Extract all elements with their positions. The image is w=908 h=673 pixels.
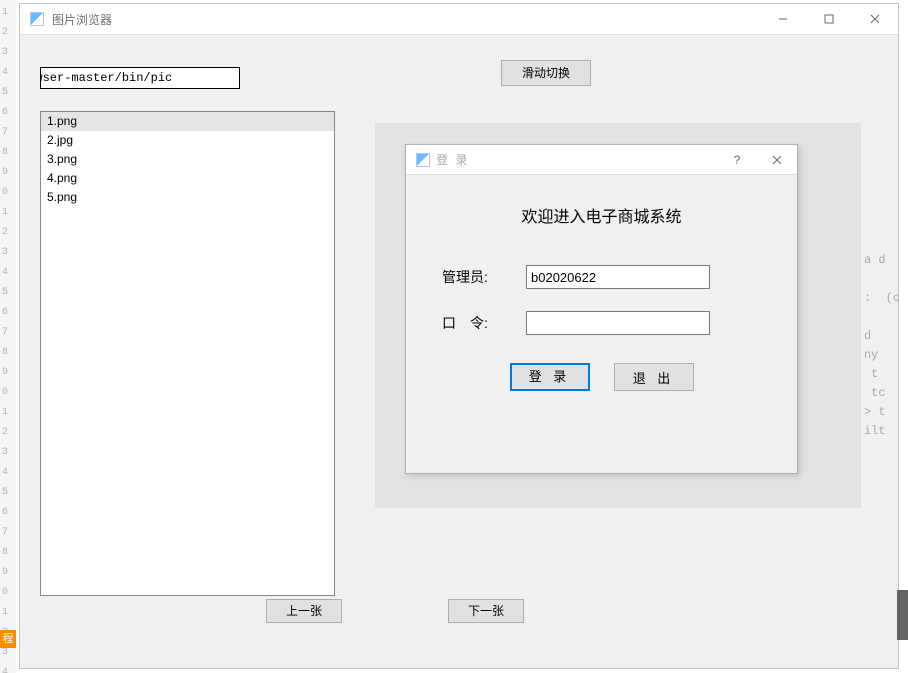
dialog-actions: 登 录 退 出 <box>442 363 761 391</box>
close-button[interactable] <box>852 4 898 34</box>
window-title: 图片浏览器 <box>52 11 112 28</box>
login-button[interactable]: 登 录 <box>510 363 590 391</box>
background-text-leak: a d : (c d ny t tc > t ilt <box>864 251 900 441</box>
dialog-close-button[interactable] <box>757 145 797 174</box>
image-browser-window: 图片浏览器 ure-browser-master/bin/pic 滑动切换 1.… <box>19 3 899 669</box>
dialog-app-icon <box>416 153 430 167</box>
password-input[interactable] <box>526 311 710 335</box>
close-icon <box>870 14 880 24</box>
dialog-heading: 欢迎进入电子商城系统 <box>442 203 761 227</box>
dialog-title: 登 录 <box>436 151 469 168</box>
dialog-body: 欢迎进入电子商城系统 管理员: 口 令: 登 录 退 出 <box>406 175 797 391</box>
exit-button[interactable]: 退 出 <box>614 363 694 391</box>
scrollbar-thumb[interactable] <box>897 590 908 640</box>
editor-gutter: 12345678901234567890123456789012345 <box>0 0 16 673</box>
help-icon: ? <box>734 153 741 167</box>
slide-switch-button[interactable]: 滑动切换 <box>501 60 591 86</box>
password-row: 口 令: <box>442 311 761 335</box>
dialog-help-button[interactable]: ? <box>717 145 757 174</box>
admin-input[interactable] <box>526 265 710 289</box>
dialog-buttons: ? <box>717 145 797 175</box>
admin-row: 管理员: <box>442 265 761 289</box>
list-item[interactable]: 5.png <box>41 188 334 207</box>
list-item[interactable]: 1.png <box>41 112 334 131</box>
maximize-button[interactable] <box>806 4 852 34</box>
next-button[interactable]: 下一张 <box>448 599 524 623</box>
dialog-titlebar[interactable]: 登 录 ? <box>406 145 797 175</box>
orange-tag: 程 <box>0 630 16 648</box>
window-buttons <box>760 4 898 35</box>
login-dialog: 登 录 ? 欢迎进入电子商城系统 管理员: 口 令: <box>405 144 798 474</box>
list-item[interactable]: 4.png <box>41 169 334 188</box>
list-item[interactable]: 3.png <box>41 150 334 169</box>
password-label: 口 令: <box>442 313 526 333</box>
close-icon <box>772 155 782 165</box>
titlebar[interactable]: 图片浏览器 <box>20 4 898 35</box>
minimize-icon <box>778 14 788 24</box>
app-icon <box>30 12 44 26</box>
previous-button[interactable]: 上一张 <box>266 599 342 623</box>
path-input[interactable]: ure-browser-master/bin/pic <box>40 67 240 89</box>
window-body: ure-browser-master/bin/pic 滑动切换 1.png2.j… <box>20 35 898 668</box>
admin-label: 管理员: <box>442 267 526 287</box>
path-input-text: ure-browser-master/bin/pic <box>40 68 172 88</box>
list-item[interactable]: 2.jpg <box>41 131 334 150</box>
file-list[interactable]: 1.png2.jpg3.png4.png5.png <box>40 111 335 596</box>
minimize-button[interactable] <box>760 4 806 34</box>
maximize-icon <box>824 14 834 24</box>
